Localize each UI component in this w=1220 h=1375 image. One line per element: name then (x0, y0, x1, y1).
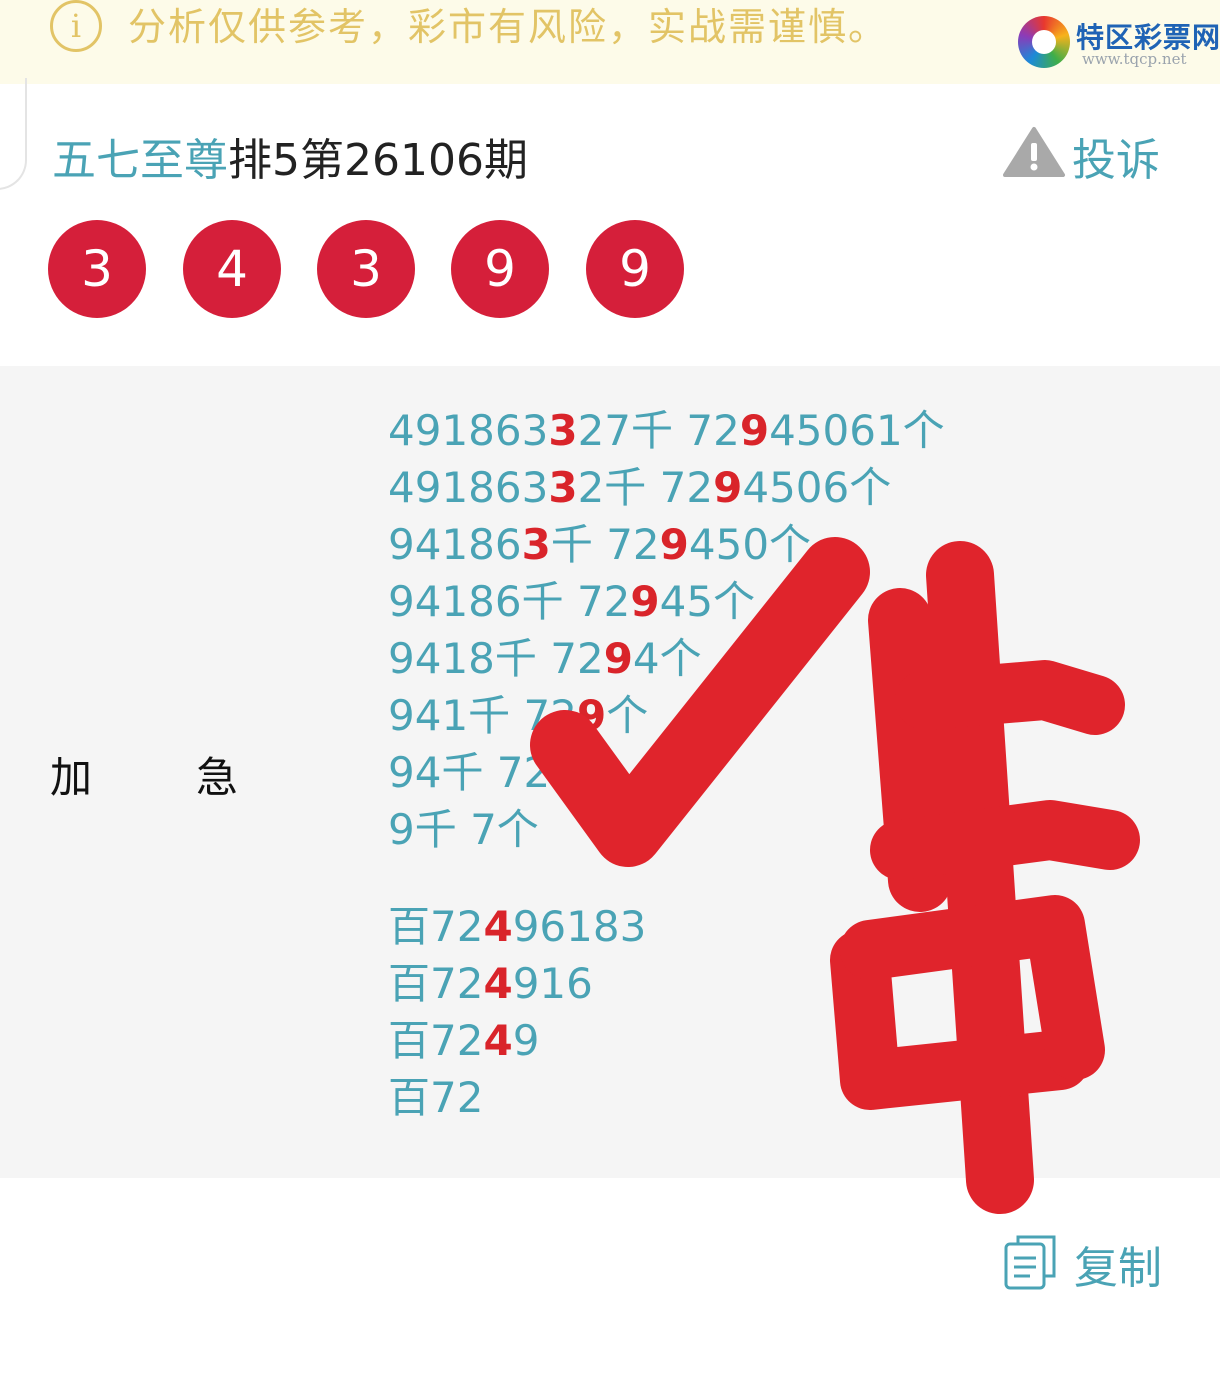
line-segment: 2千 72 (577, 463, 714, 512)
hit-digit: 3 (548, 463, 578, 512)
risk-notice-bar: i 分析仅供参考，彩市有风险，实战需谨慎。 特区彩票网 www.tqcp.net (0, 0, 1220, 84)
hit-digit: 3 (548, 406, 578, 455)
prediction-line: 百724916 (388, 955, 945, 1012)
hit-digit: 9 (713, 463, 743, 512)
hit-digit: 3 (521, 520, 551, 569)
complain-label: 投诉 (1072, 135, 1160, 186)
prediction-line: 941千 729个 (388, 687, 945, 744)
line-segment: 94186 (388, 520, 522, 569)
hit-digit: 9 (630, 577, 660, 626)
number-ball: 3 (48, 220, 146, 318)
page-title: 五七至尊排5第26106期 (52, 124, 528, 188)
prediction-line: 94千 72 (388, 744, 945, 801)
number-ball: 3 (317, 220, 415, 318)
prediction-lines: 491863327千 72945061个 49186332千 7294506个 94… (388, 402, 945, 1126)
line-segment: 27千 72 (577, 406, 740, 455)
card-edge-decoration (0, 78, 27, 190)
prediction-line: 9千 7个 (388, 801, 945, 858)
hit-digit: 4 (483, 959, 513, 1008)
line-segment: 千 72 (550, 520, 660, 569)
line-segment: 百72 (388, 902, 484, 951)
number-ball: 9 (586, 220, 684, 318)
prediction-line: 941863千 729450个 (388, 516, 945, 573)
line-segment: 916 (512, 959, 593, 1008)
prediction-line: 49186332千 7294506个 (388, 459, 945, 516)
brand-url: www.tqcp.net (1082, 50, 1187, 68)
hit-digit: 4 (483, 1016, 513, 1065)
brand-watermark: 特区彩票网 www.tqcp.net (1018, 10, 1220, 70)
warning-icon (1003, 127, 1065, 177)
hit-digit: 9 (659, 520, 689, 569)
info-icon: i (50, 0, 102, 52)
line-segment: 94186千 72 (388, 577, 631, 626)
line-segment: 百72 (388, 1073, 484, 1122)
line-segment: 491863 (388, 463, 549, 512)
hit-digit: 4 (483, 902, 513, 951)
line-segment: 个 (606, 691, 649, 740)
hit-digit: 9 (739, 406, 770, 455)
hit-digit: 9 (576, 691, 607, 740)
prediction-line: 百72496183 (388, 898, 945, 955)
line-segment: 百72 (388, 1016, 484, 1065)
line-segment: 百72 (388, 959, 484, 1008)
line-segment: 45061个 (769, 406, 945, 455)
category-label-jia: 加 (50, 753, 93, 802)
line-segment: 9 (512, 1016, 540, 1065)
line-segment: 9千 7个 (388, 805, 539, 854)
line-segment: 94千 72 (388, 748, 551, 797)
prediction-line: 94186千 72945个 (388, 573, 945, 630)
number-ball: 4 (183, 220, 281, 318)
hit-digit: 9 (603, 634, 633, 683)
copy-label: 复制 (1074, 1243, 1162, 1294)
brand-logo-icon (1018, 16, 1070, 68)
number-ball: 9 (451, 220, 549, 318)
risk-notice-text: 分析仅供参考，彩市有风险，实战需谨慎。 (128, 5, 889, 49)
prediction-line: 百7249 (388, 1012, 945, 1069)
line-segment: 9418千 72 (388, 634, 604, 683)
copy-icon (1004, 1235, 1056, 1290)
line-segment: 96183 (512, 902, 647, 951)
prediction-line: 9418千 7294个 (388, 630, 945, 687)
line-segment: 450个 (688, 520, 812, 569)
author-name[interactable]: 五七至尊 (52, 135, 228, 186)
line-segment: 4个 (632, 634, 702, 683)
prediction-line: 491863327千 72945061个 (388, 402, 945, 459)
issue-title: 排5第26106期 (228, 135, 528, 186)
line-segment: 45个 (659, 577, 756, 626)
category-label-ji: 急 (196, 753, 239, 802)
line-segment: 4506个 (742, 463, 892, 512)
line-segment: 491863 (388, 406, 549, 455)
prediction-line: 百72 (388, 1069, 945, 1126)
line-segment: 941千 72 (388, 691, 577, 740)
